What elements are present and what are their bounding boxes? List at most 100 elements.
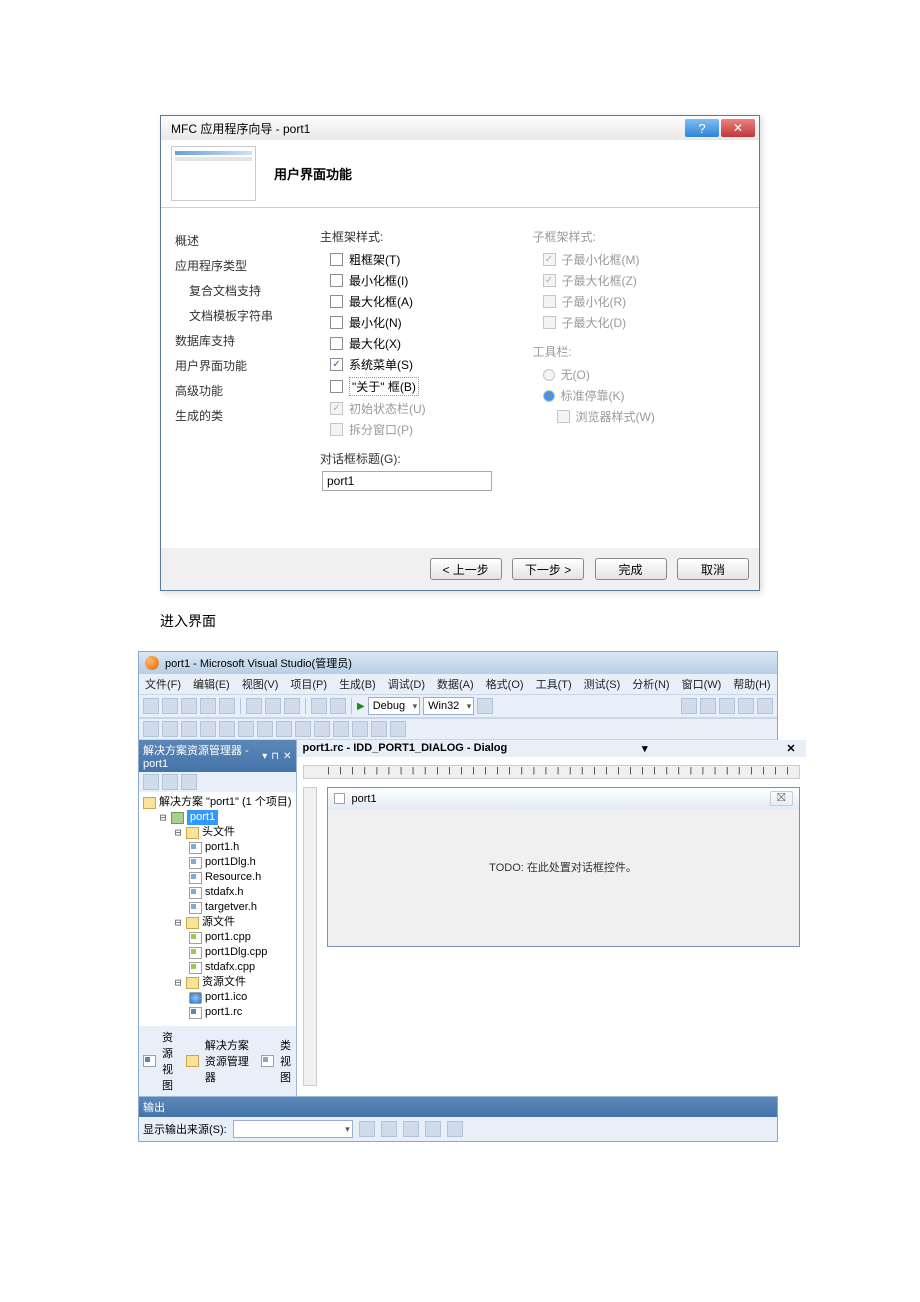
tb-right-icon[interactable] [738, 698, 754, 714]
nav-database[interactable]: 数据库支持 [175, 328, 320, 353]
align-icon[interactable] [200, 721, 216, 737]
design-canvas[interactable]: ||||||||||||||||||||||||||||||||||||||| … [297, 757, 806, 1096]
save-all-icon[interactable] [219, 698, 235, 714]
folder-headers[interactable]: ⊟头文件 [143, 825, 292, 840]
menu-debug[interactable]: 调试(D) [388, 676, 425, 692]
undo-icon[interactable] [311, 698, 327, 714]
file-node[interactable]: stdafx.cpp [143, 960, 292, 975]
align-icon[interactable] [219, 721, 235, 737]
nav-advanced[interactable]: 高级功能 [175, 378, 320, 403]
cancel-button[interactable]: 取消 [677, 558, 749, 580]
output-tb-icon[interactable] [359, 1121, 375, 1137]
nav-overview[interactable]: 概述 [175, 228, 320, 253]
test-dialog-icon[interactable] [390, 721, 406, 737]
close-panel-icon[interactable]: ✕ [283, 751, 291, 762]
menu-tools[interactable]: 工具(T) [536, 676, 572, 692]
refresh-icon[interactable] [181, 774, 197, 790]
dropdown-icon[interactable]: ▾ [262, 751, 267, 762]
cut-icon[interactable] [246, 698, 262, 714]
tab-close-icon[interactable]: ✕ [782, 742, 799, 755]
tab-solution-explorer[interactable]: 解决方案资源管理器 [186, 1029, 255, 1093]
chk-max-box[interactable]: 最大化框(A) [320, 291, 533, 312]
align-icon[interactable] [162, 721, 178, 737]
file-node[interactable]: stdafx.h [143, 885, 292, 900]
align-icon[interactable] [352, 721, 368, 737]
menu-test[interactable]: 测试(S) [584, 676, 621, 692]
paste-icon[interactable] [284, 698, 300, 714]
folder-sources[interactable]: ⊟源文件 [143, 915, 292, 930]
file-node[interactable]: port1.cpp [143, 930, 292, 945]
align-icon[interactable] [238, 721, 254, 737]
pin-icon[interactable]: ⊓ [271, 751, 279, 762]
menu-format[interactable]: 格式(O) [486, 676, 524, 692]
start-debug-icon[interactable]: ▶ [357, 701, 365, 712]
chk-minimize[interactable]: 最小化(N) [320, 312, 533, 333]
chk-min-box[interactable]: 最小化框(I) [320, 270, 533, 291]
menu-window[interactable]: 窗口(W) [682, 676, 722, 692]
project-node[interactable]: ⊟port1 [143, 810, 292, 825]
save-icon[interactable] [200, 698, 216, 714]
menu-edit[interactable]: 编辑(E) [193, 676, 230, 692]
menu-help[interactable]: 帮助(H) [733, 676, 770, 692]
nav-compound[interactable]: 复合文档支持 [175, 278, 320, 303]
align-icon[interactable] [257, 721, 273, 737]
new-project-icon[interactable] [143, 698, 159, 714]
nav-generated[interactable]: 生成的类 [175, 403, 320, 428]
menu-data[interactable]: 数据(A) [437, 676, 474, 692]
properties-icon[interactable] [143, 774, 159, 790]
menu-project[interactable]: 项目(P) [290, 676, 327, 692]
close-button[interactable]: ✕ [721, 119, 755, 137]
tab-class-view[interactable]: 类视图 [261, 1029, 291, 1093]
dialog-preview[interactable]: port1 ⛝ TODO: 在此处置对话框控件。 [327, 787, 800, 947]
help-button[interactable]: ? [685, 119, 719, 137]
grid-icon[interactable] [371, 721, 387, 737]
add-item-icon[interactable] [162, 698, 178, 714]
file-node[interactable]: Resource.h [143, 870, 292, 885]
copy-icon[interactable] [265, 698, 281, 714]
align-icon[interactable] [314, 721, 330, 737]
file-node[interactable]: port1.h [143, 840, 292, 855]
output-tb-icon[interactable] [447, 1121, 463, 1137]
menu-build[interactable]: 生成(B) [339, 676, 376, 692]
dialog-title-input[interactable] [322, 471, 492, 491]
folder-resources[interactable]: ⊟资源文件 [143, 975, 292, 990]
output-tb-icon[interactable] [403, 1121, 419, 1137]
file-node[interactable]: port1Dlg.cpp [143, 945, 292, 960]
file-node[interactable]: port1Dlg.h [143, 855, 292, 870]
output-source-dropdown[interactable] [233, 1120, 353, 1138]
menu-view[interactable]: 视图(V) [242, 676, 279, 692]
menu-file[interactable]: 文件(F) [145, 676, 181, 692]
designer-tab-title[interactable]: port1.rc - IDD_PORT1_DIALOG - Dialog [303, 742, 508, 755]
tb-right-icon[interactable] [757, 698, 773, 714]
find-icon[interactable] [477, 698, 493, 714]
finish-button[interactable]: 完成 [595, 558, 667, 580]
tb-right-icon[interactable] [700, 698, 716, 714]
file-node[interactable]: targetver.h [143, 900, 292, 915]
prev-button[interactable]: < 上一步 [430, 558, 502, 580]
redo-icon[interactable] [330, 698, 346, 714]
show-all-icon[interactable] [162, 774, 178, 790]
align-icon[interactable] [333, 721, 349, 737]
tab-dropdown-icon[interactable]: ▾ [638, 742, 652, 755]
file-node[interactable]: port1.rc [143, 1005, 292, 1020]
solution-node[interactable]: 解决方案 "port1" (1 个项目) [143, 795, 292, 810]
align-icon[interactable] [181, 721, 197, 737]
chk-sys-menu[interactable]: 系统菜单(S) [320, 354, 533, 375]
chk-thick-frame[interactable]: 粗框架(T) [320, 249, 533, 270]
platform-dropdown[interactable]: Win32 [423, 697, 474, 715]
output-tb-icon[interactable] [381, 1121, 397, 1137]
next-button[interactable]: 下一步 > [512, 558, 584, 580]
align-icon[interactable] [295, 721, 311, 737]
file-node[interactable]: port1.ico [143, 990, 292, 1005]
align-icon[interactable] [276, 721, 292, 737]
config-dropdown[interactable]: Debug [368, 697, 420, 715]
align-icon[interactable] [143, 721, 159, 737]
tb-right-icon[interactable] [719, 698, 735, 714]
tb-right-icon[interactable] [681, 698, 697, 714]
chk-about-box[interactable]: "关于" 框(B) [320, 375, 533, 398]
menu-analyze[interactable]: 分析(N) [632, 676, 669, 692]
chk-maximize[interactable]: 最大化(X) [320, 333, 533, 354]
nav-ui-features[interactable]: 用户界面功能 [175, 353, 320, 378]
nav-app-type[interactable]: 应用程序类型 [175, 253, 320, 278]
output-tb-icon[interactable] [425, 1121, 441, 1137]
